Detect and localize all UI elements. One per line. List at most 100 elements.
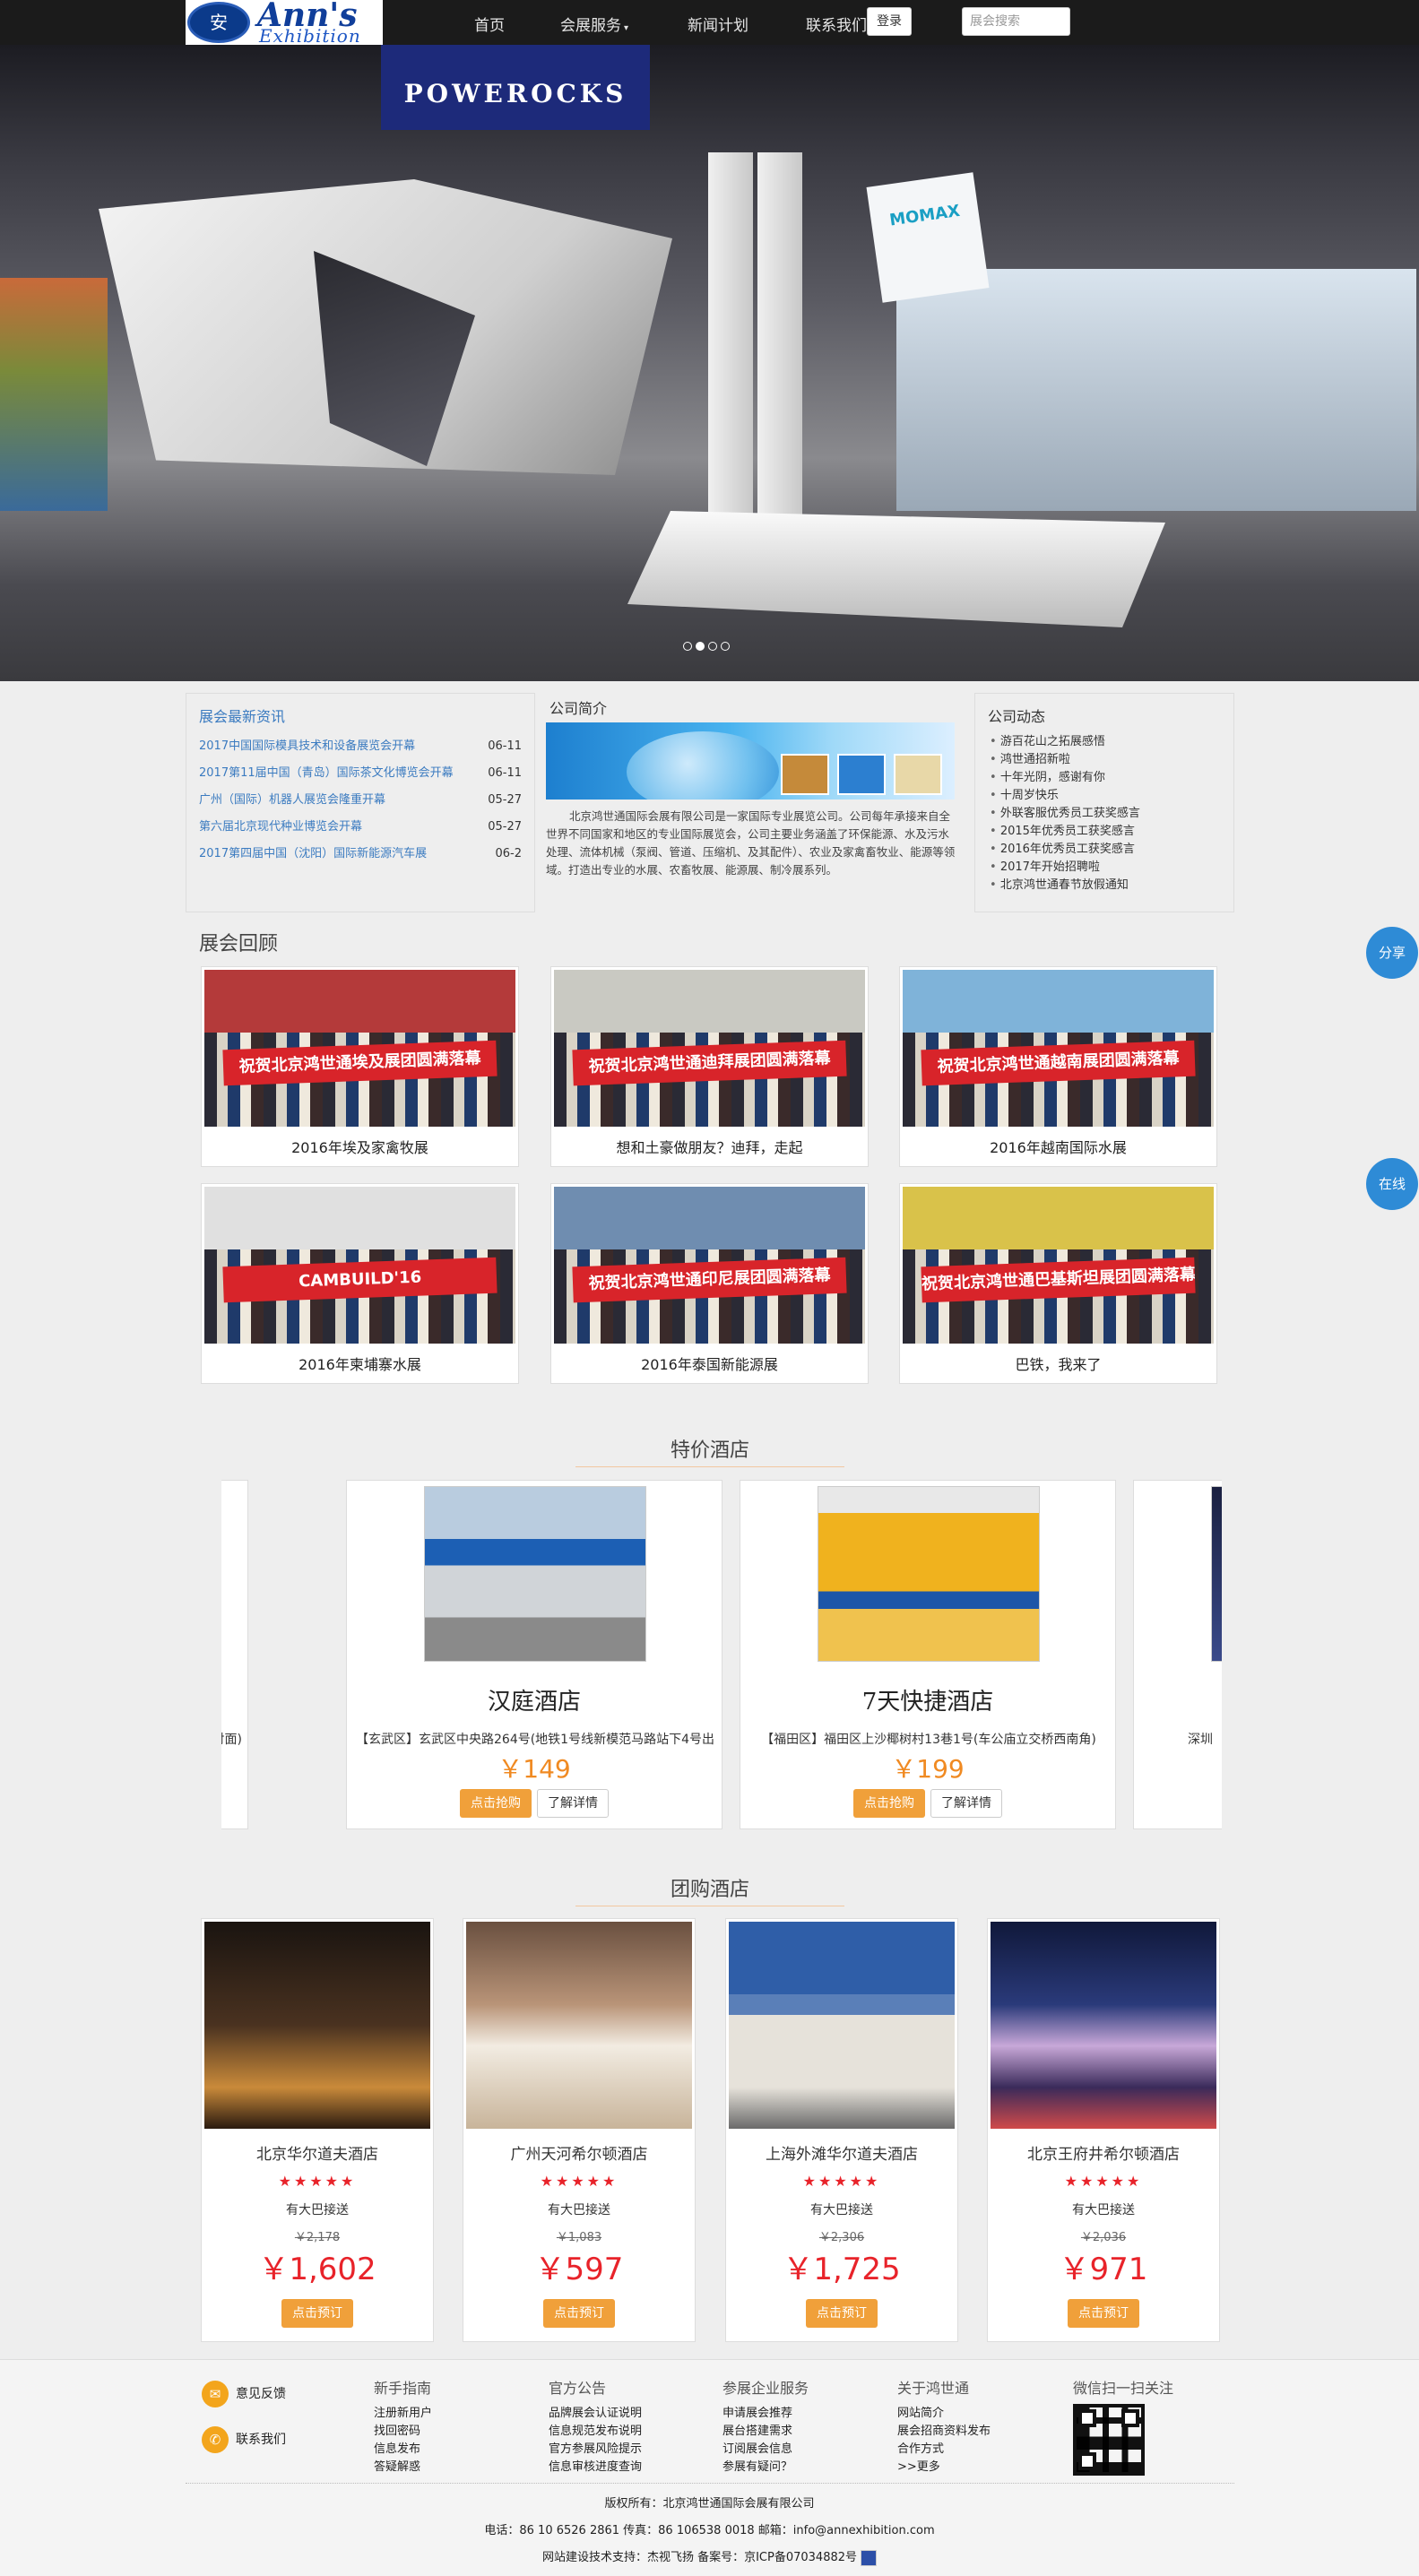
- book-button[interactable]: 点击预订: [1068, 2299, 1139, 2328]
- dynamics-item[interactable]: 2017年开始招聘啦: [990, 859, 1219, 877]
- dynamics-item[interactable]: 北京鸿世通春节放假通知: [990, 877, 1219, 895]
- group-hotel-name[interactable]: 广州天河希尔顿酒店: [463, 2141, 695, 2164]
- dynamics-item[interactable]: 2015年优秀员工获奖感言: [990, 823, 1219, 841]
- group-hotel-card[interactable]: 上海外滩华尔道夫酒店 ★★★★★ 有大巴接送 ￥2,306 ￥1,725 点击预…: [725, 1918, 958, 2342]
- news-item[interactable]: 2017第11届中国（青岛）国际茶文化博览会开幕 06-11: [186, 760, 534, 787]
- feedback-link[interactable]: ✉ 意见反馈: [202, 2381, 286, 2407]
- dynamics-item[interactable]: 十年光阴，感谢有你: [990, 769, 1219, 787]
- nav-home[interactable]: 首页: [474, 13, 505, 35]
- expo-card[interactable]: 祝贺北京鸿世通埃及展团圆满落幕 2016年埃及家禽牧展: [201, 966, 519, 1167]
- news-item[interactable]: 第六届北京现代种业博览会开幕 05-27: [186, 814, 534, 841]
- details-button[interactable]: 了解详情: [537, 1789, 609, 1818]
- group-hotel-name[interactable]: 北京华尔道夫酒店: [202, 2141, 433, 2164]
- footer-link[interactable]: 参展有疑问？: [722, 2459, 809, 2477]
- carousel-dot[interactable]: [696, 642, 705, 651]
- details-button[interactable]: 了解详情: [930, 1789, 1002, 1818]
- hero-carousel[interactable]: MOMAX POWEROCKS: [0, 45, 1419, 681]
- news-item-date: 06-11: [488, 739, 522, 753]
- news-item-title[interactable]: 2017第11届中国（青岛）国际茶文化博览会开幕: [199, 760, 454, 787]
- footer-link[interactable]: 展会招商资料发布: [897, 2423, 991, 2441]
- footer-link[interactable]: 申请展会推荐: [722, 2405, 809, 2423]
- hotel-card[interactable]: 7天快捷酒店 【福田区】福田区上沙椰树村13巷1号(车公庙立交桥西南角) ￥19…: [740, 1480, 1116, 1829]
- hotel-card-partial[interactable]: 马路斜对面): [221, 1480, 248, 1829]
- footer-column: 参展企业服务 申请展会推荐 展台搭建需求 订阅展会信息 参展有疑问？: [722, 2376, 809, 2477]
- footer-link[interactable]: 找回密码: [374, 2423, 432, 2441]
- news-item[interactable]: 广州（国际）机器人展览会隆重开幕 05-27: [186, 787, 534, 814]
- book-button[interactable]: 点击预订: [543, 2299, 615, 2328]
- nav-services[interactable]: 会展服务 ▾: [560, 13, 628, 35]
- buy-now-button[interactable]: 点击抢购: [460, 1789, 532, 1818]
- group-hotel-card[interactable]: 广州天河希尔顿酒店 ★★★★★ 有大巴接送 ￥1,083 ￥597 点击预订: [463, 1918, 696, 2342]
- expo-card[interactable]: 祝贺北京鸿世通巴基斯坦展团圆满落幕 巴铁，我来了: [899, 1183, 1217, 1384]
- footer-link[interactable]: 信息规范发布说明: [549, 2423, 642, 2441]
- news-item-title[interactable]: 第六届北京现代种业博览会开幕: [199, 814, 362, 841]
- group-hotel-price: ￥597: [534, 2252, 624, 2287]
- expo-card[interactable]: 祝贺北京鸿世通越南展团圆满落幕 2016年越南国际水展: [899, 966, 1217, 1167]
- group-hotel-card[interactable]: 北京王府井希尔顿酒店 ★★★★★ 有大巴接送 ￥2,036 ￥971 点击预订: [987, 1918, 1220, 2342]
- expo-caption[interactable]: 巴铁，我来了: [903, 1353, 1214, 1374]
- book-button[interactable]: 点击预订: [281, 2299, 353, 2328]
- hotel-name[interactable]: 汉庭酒店: [347, 1683, 722, 1716]
- icp-badge-icon[interactable]: [861, 2549, 878, 2566]
- carousel-dot[interactable]: [683, 642, 692, 651]
- group-hotel-name[interactable]: 北京王府井希尔顿酒店: [988, 2141, 1219, 2164]
- expo-photo: 祝贺北京鸿世通巴基斯坦展团圆满落幕: [903, 1187, 1214, 1344]
- footer-column: 官方公告 品牌展会认证说明 信息规范发布说明 官方参展风险提示 信息审核进度查询: [549, 2376, 642, 2477]
- hotel-name[interactable]: 7天快捷酒店: [740, 1683, 1115, 1716]
- dynamics-item[interactable]: 鸿世通招新啦: [990, 751, 1219, 769]
- news-item[interactable]: 2017中国国际模具技术和设备展览会开幕 06-11: [186, 733, 534, 760]
- online-chat-button[interactable]: 在线: [1366, 1158, 1418, 1210]
- group-hotel-photo: [729, 1922, 955, 2129]
- search-input[interactable]: 展会搜索: [962, 7, 1070, 36]
- news-item-title[interactable]: 广州（国际）机器人展览会隆重开幕: [199, 787, 385, 814]
- hotel-address: 深圳: [1188, 1733, 1213, 1747]
- expo-caption[interactable]: 2016年越南国际水展: [903, 1136, 1214, 1157]
- dynamics-item[interactable]: 外联客服优秀员工获奖感言: [990, 805, 1219, 823]
- buy-now-button[interactable]: 点击抢购: [853, 1789, 925, 1818]
- footer-support-text[interactable]: 网站建设技术支持：杰视飞扬 备案号：京ICP备07034882号: [542, 2551, 857, 2564]
- footer-link[interactable]: 信息发布: [374, 2441, 432, 2459]
- footer-link[interactable]: 网站简介: [897, 2405, 991, 2423]
- hotel-card-partial[interactable]: 深圳: [1133, 1480, 1222, 1829]
- expo-card[interactable]: 祝贺北京鸿世通迪拜展团圆满落幕 想和土豪做朋友？迪拜，走起: [550, 966, 869, 1167]
- login-button[interactable]: 登录: [867, 7, 912, 36]
- footer-link[interactable]: 品牌展会认证说明: [549, 2405, 642, 2423]
- logo[interactable]: 安 Ann's Exhibition: [186, 0, 383, 45]
- expo-card[interactable]: 祝贺北京鸿世通印尼展团圆满落幕 2016年泰国新能源展: [550, 1183, 869, 1384]
- dynamics-item[interactable]: 游百花山之拓展感悟: [990, 733, 1219, 751]
- news-item[interactable]: 2017第四届中国（沈阳）国际新能源汽车展 06-2: [186, 841, 534, 868]
- news-item-title[interactable]: 2017第四届中国（沈阳）国际新能源汽车展: [199, 841, 427, 868]
- hero-banner: POWEROCKS: [381, 45, 650, 130]
- carousel-dot[interactable]: [708, 642, 717, 651]
- footer-link[interactable]: 合作方式: [897, 2441, 991, 2459]
- carousel-dots: [683, 640, 733, 651]
- expo-caption[interactable]: 想和土豪做朋友？迪拜，走起: [554, 1136, 865, 1157]
- contact-link[interactable]: ✆ 联系我们: [202, 2426, 286, 2453]
- group-hotel-card[interactable]: 北京华尔道夫酒店 ★★★★★ 有大巴接送 ￥2,178 ￥1,602 点击预订: [201, 1918, 434, 2342]
- news-item-title[interactable]: 2017中国国际模具技术和设备展览会开幕: [199, 733, 415, 760]
- share-button[interactable]: 分享: [1366, 927, 1418, 979]
- footer-link[interactable]: >>更多: [897, 2459, 991, 2477]
- expo-caption[interactable]: 2016年泰国新能源展: [554, 1353, 865, 1374]
- mail-icon: ✉: [202, 2381, 229, 2407]
- footer-link[interactable]: 答疑解惑: [374, 2459, 432, 2477]
- phone-icon: ✆: [202, 2426, 229, 2453]
- footer-link[interactable]: 信息审核进度查询: [549, 2459, 642, 2477]
- special-hotels-carousel[interactable]: 马路斜对面) 汉庭酒店 【玄武区】玄武区中央路264号(地铁1号线新模范马路站下…: [221, 1480, 1222, 1831]
- footer-link[interactable]: 展台搭建需求: [722, 2423, 809, 2441]
- expo-caption[interactable]: 2016年埃及家禽牧展: [204, 1136, 515, 1157]
- expo-card[interactable]: CAMBUILD'16 2016年柬埔寨水展: [201, 1183, 519, 1384]
- footer-link[interactable]: 注册新用户: [374, 2405, 432, 2423]
- group-hotel-name[interactable]: 上海外滩华尔道夫酒店: [726, 2141, 957, 2164]
- expo-caption[interactable]: 2016年柬埔寨水展: [204, 1353, 515, 1374]
- book-button[interactable]: 点击预订: [806, 2299, 878, 2328]
- nav-news[interactable]: 新闻计划: [688, 13, 748, 35]
- nav-contact[interactable]: 联系我们: [806, 13, 867, 35]
- dynamics-item[interactable]: 2016年优秀员工获奖感言: [990, 841, 1219, 859]
- group-hotel-photo: [991, 1922, 1216, 2129]
- dynamics-item[interactable]: 十周岁快乐: [990, 787, 1219, 805]
- hotel-card[interactable]: 汉庭酒店 【玄武区】玄武区中央路264号(地铁1号线新模范马路站下4号出 ￥14…: [346, 1480, 722, 1829]
- carousel-dot[interactable]: [721, 642, 730, 651]
- footer-link[interactable]: 订阅展会信息: [722, 2441, 809, 2459]
- footer-link[interactable]: 官方参展风险提示: [549, 2441, 642, 2459]
